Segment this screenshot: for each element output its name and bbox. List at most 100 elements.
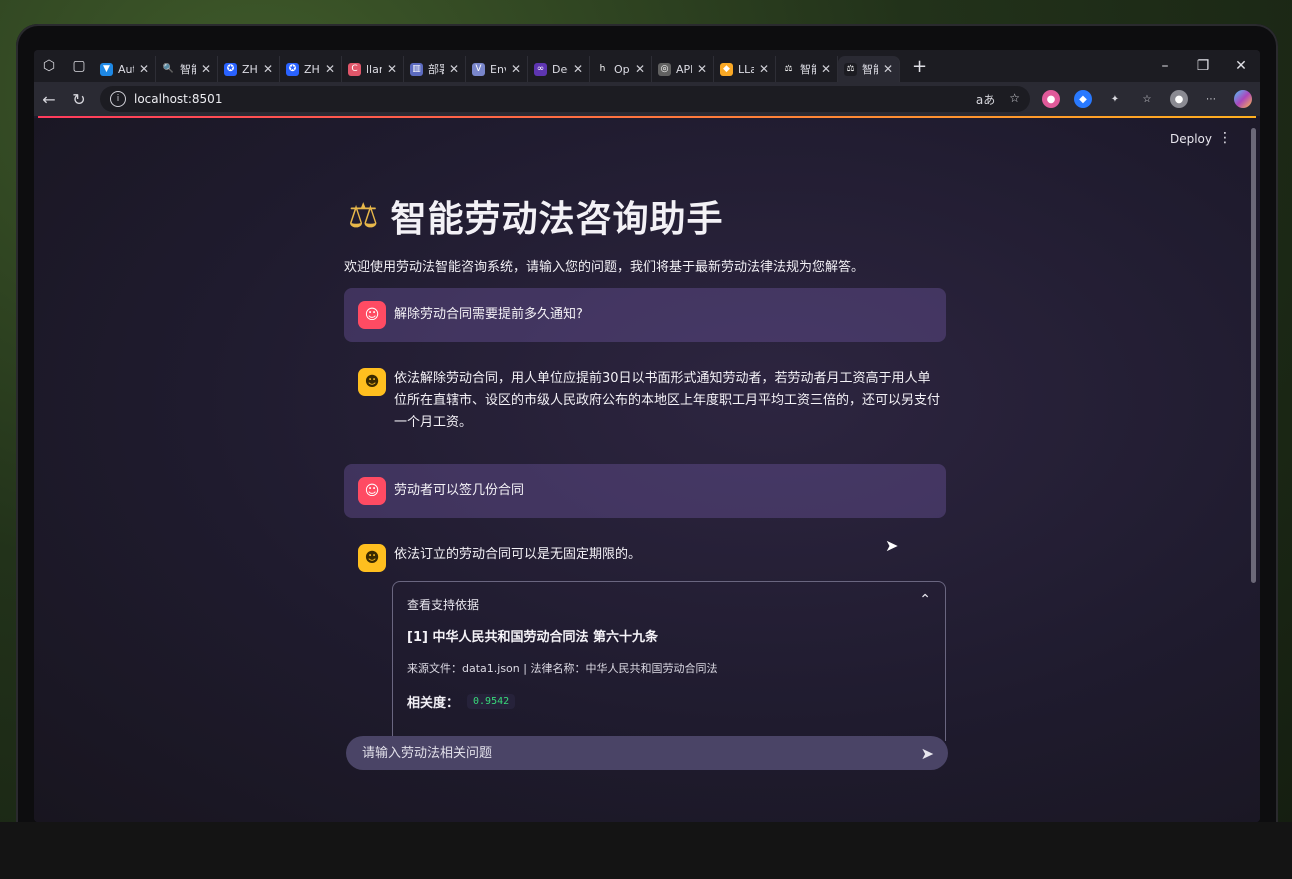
tab-actions-icon[interactable]: ▢ — [64, 50, 94, 82]
streamlit-app: Deploy ⋮ ⚖ 智能劳动法咨询助手 欢迎使用劳动法智能咨询系统，请输入您的… — [34, 118, 1260, 822]
chat-message-assistant: ☻ 依法订立的劳动合同可以是无固定期限的。 — [344, 544, 946, 572]
relevance: 相关度： 0.9542 — [407, 692, 516, 711]
tab-title: llam — [366, 62, 382, 76]
tab-favicon-icon: ⚖ — [844, 62, 857, 76]
extension-icon[interactable]: ● — [1042, 90, 1060, 108]
browser-tab[interactable]: V Envir ✕ — [466, 56, 528, 82]
scrollbar[interactable] — [1251, 128, 1256, 583]
tab-title: API — [676, 62, 692, 76]
new-tab-button[interactable]: + — [900, 56, 939, 77]
tab-favicon-icon: ✪ — [286, 62, 299, 76]
tab-title: 智能 — [180, 63, 196, 76]
close-tab-icon[interactable]: ✕ — [325, 62, 335, 76]
back-icon[interactable]: ← — [34, 90, 64, 109]
tab-bar: ⬡ ▢ ▼ Auto ✕ 🔍 智能 ✕ ✪ ZHIP ✕ ✪ ZHIP ✕ Cllam ✕ ▥ 部署 ✕ V Env… — [34, 50, 1260, 82]
close-tab-icon[interactable]: ✕ — [449, 62, 459, 76]
deploy-button[interactable]: Deploy — [1170, 132, 1212, 146]
close-tab-icon[interactable]: ✕ — [573, 62, 583, 76]
chat-message-user: ☺ 解除劳动合同需要提前多久通知? — [344, 288, 946, 342]
site-info-icon[interactable]: i — [110, 91, 126, 107]
tab-title: 智能 — [800, 63, 816, 76]
workspaces-icon[interactable]: ⬡ — [34, 50, 64, 82]
close-window-icon[interactable]: ✕ — [1222, 58, 1260, 74]
chat-input-field[interactable] — [360, 744, 921, 762]
tab-title: LLaN — [738, 62, 754, 76]
message-text: 依法解除劳动合同，用人单位应提前30日以书面形式通知劳动者，若劳动者月工资高于用… — [394, 371, 941, 430]
message-text: 依法订立的劳动合同可以是无固定期限的。 — [394, 547, 642, 562]
chat-input[interactable]: ➤ — [346, 736, 948, 770]
extensions-puzzle-icon[interactable]: ✦ — [1106, 90, 1124, 108]
close-tab-icon[interactable]: ✕ — [697, 62, 707, 76]
close-tab-icon[interactable]: ✕ — [883, 62, 893, 76]
close-tab-icon[interactable]: ✕ — [759, 62, 769, 76]
window-controls: – ❐ ✕ — [1146, 58, 1260, 74]
tab-favicon-icon: ✪ — [224, 62, 237, 76]
close-tab-icon[interactable]: ✕ — [821, 62, 831, 76]
main-menu-icon[interactable]: ⋮ — [1218, 130, 1232, 146]
browser-tab[interactable]: ⚖ 智能 ✕ — [776, 56, 838, 82]
more-options-icon[interactable]: ⋯ — [1202, 90, 1220, 108]
extension-icon[interactable]: ◆ — [1074, 90, 1092, 108]
browser-tab[interactable]: ✪ ZHIP ✕ — [280, 56, 342, 82]
tab-favicon-icon: ▼ — [100, 62, 113, 76]
support-expander: 查看支持依据 ⌃ [1] 中华人民共和国劳动合同法 第六十九条 来源文件：dat… — [392, 581, 946, 741]
tab-title: ZHIP — [304, 62, 320, 76]
reload-icon[interactable]: ↻ — [64, 90, 94, 109]
page-title: ⚖ 智能劳动法咨询助手 — [348, 190, 724, 242]
favorite-star-icon[interactable]: ☆ — [1009, 91, 1020, 108]
browser-tab[interactable]: ◆ LLaN ✕ — [714, 56, 776, 82]
tab-favicon-icon: ◆ — [720, 62, 733, 76]
chat-message-user: ☺ 劳动者可以签几份合同 — [344, 464, 946, 518]
chevron-up-icon[interactable]: ⌃ — [919, 592, 931, 608]
assistant-avatar-icon: ☻ — [358, 544, 386, 572]
relevance-value: 0.9542 — [467, 694, 516, 709]
message-text: 解除劳动合同需要提前多久通知? — [394, 307, 583, 322]
profile-avatar[interactable]: ● — [1170, 90, 1188, 108]
browser-tab[interactable]: ✪ ZHIP ✕ — [218, 56, 280, 82]
close-tab-icon[interactable]: ✕ — [139, 62, 149, 76]
message-text: 劳动者可以签几份合同 — [394, 483, 525, 498]
url-field[interactable]: i localhost:8501 aあ ☆ — [100, 86, 1030, 112]
relevance-label: 相关度： — [407, 696, 460, 711]
url-text: localhost:8501 — [134, 92, 223, 106]
assistant-avatar-icon: ☻ — [358, 368, 386, 396]
browser-tab[interactable]: h Oper ✕ — [590, 56, 652, 82]
expander-header[interactable]: 查看支持依据 — [407, 596, 479, 613]
tab-title: Envir — [490, 62, 506, 76]
tab-favicon-icon: V — [472, 62, 485, 76]
read-aloud-icon[interactable]: aあ — [976, 91, 995, 108]
browser-tab[interactable]: ⚖ 智能 ✕ — [838, 56, 900, 82]
copilot-icon[interactable] — [1234, 90, 1252, 108]
close-tab-icon[interactable]: ✕ — [263, 62, 273, 76]
scales-icon: ⚖ — [348, 196, 379, 236]
tab-favicon-icon: h — [596, 62, 609, 76]
close-tab-icon[interactable]: ✕ — [387, 62, 397, 76]
favorites-icon[interactable]: ☆ — [1138, 90, 1156, 108]
user-avatar-icon: ☺ — [358, 301, 386, 329]
laptop-base — [0, 822, 1292, 879]
close-tab-icon[interactable]: ✕ — [201, 62, 211, 76]
browser-tab[interactable]: 🔍 智能 ✕ — [156, 56, 218, 82]
chat-message-assistant: ☻ 依法解除劳动合同，用人单位应提前30日以书面形式通知劳动者，若劳动者月工资高… — [344, 368, 946, 434]
send-icon[interactable]: ➤ — [921, 744, 934, 763]
tab-title: Auto — [118, 62, 134, 76]
source-info: 来源文件：data1.json | 法律名称：中华人民共和国劳动合同法 — [407, 662, 718, 675]
tab-favicon-icon: ▥ — [410, 62, 423, 76]
tab-favicon-icon: 🔍 — [162, 62, 175, 76]
law-title: [1] 中华人民共和国劳动合同法 第六十九条 — [407, 630, 658, 645]
browser-tab[interactable]: ∞ Deep ✕ — [528, 56, 590, 82]
title-text: 智能劳动法咨询助手 — [390, 199, 724, 240]
minimize-icon[interactable]: – — [1146, 58, 1184, 74]
browser-tab[interactable]: Cllam ✕ — [342, 56, 404, 82]
browser-tab[interactable]: ▥ 部署 ✕ — [404, 56, 466, 82]
tab-title: 部署 — [428, 63, 444, 76]
restore-icon[interactable]: ❐ — [1184, 58, 1222, 74]
close-tab-icon[interactable]: ✕ — [511, 62, 521, 76]
user-avatar-icon: ☺ — [358, 477, 386, 505]
browser-tab[interactable]: ◎ API ✕ — [652, 56, 714, 82]
address-bar: ← ↻ i localhost:8501 aあ ☆ ● ◆ ✦ ☆ ● ⋯ — [34, 82, 1260, 116]
intro-text: 欢迎使用劳动法智能咨询系统，请输入您的问题，我们将基于最新劳动法律法规为您解答。 — [344, 260, 865, 275]
close-tab-icon[interactable]: ✕ — [635, 62, 645, 76]
browser-tab[interactable]: ▼ Auto ✕ — [94, 56, 156, 82]
tab-title: 智能 — [862, 63, 878, 76]
